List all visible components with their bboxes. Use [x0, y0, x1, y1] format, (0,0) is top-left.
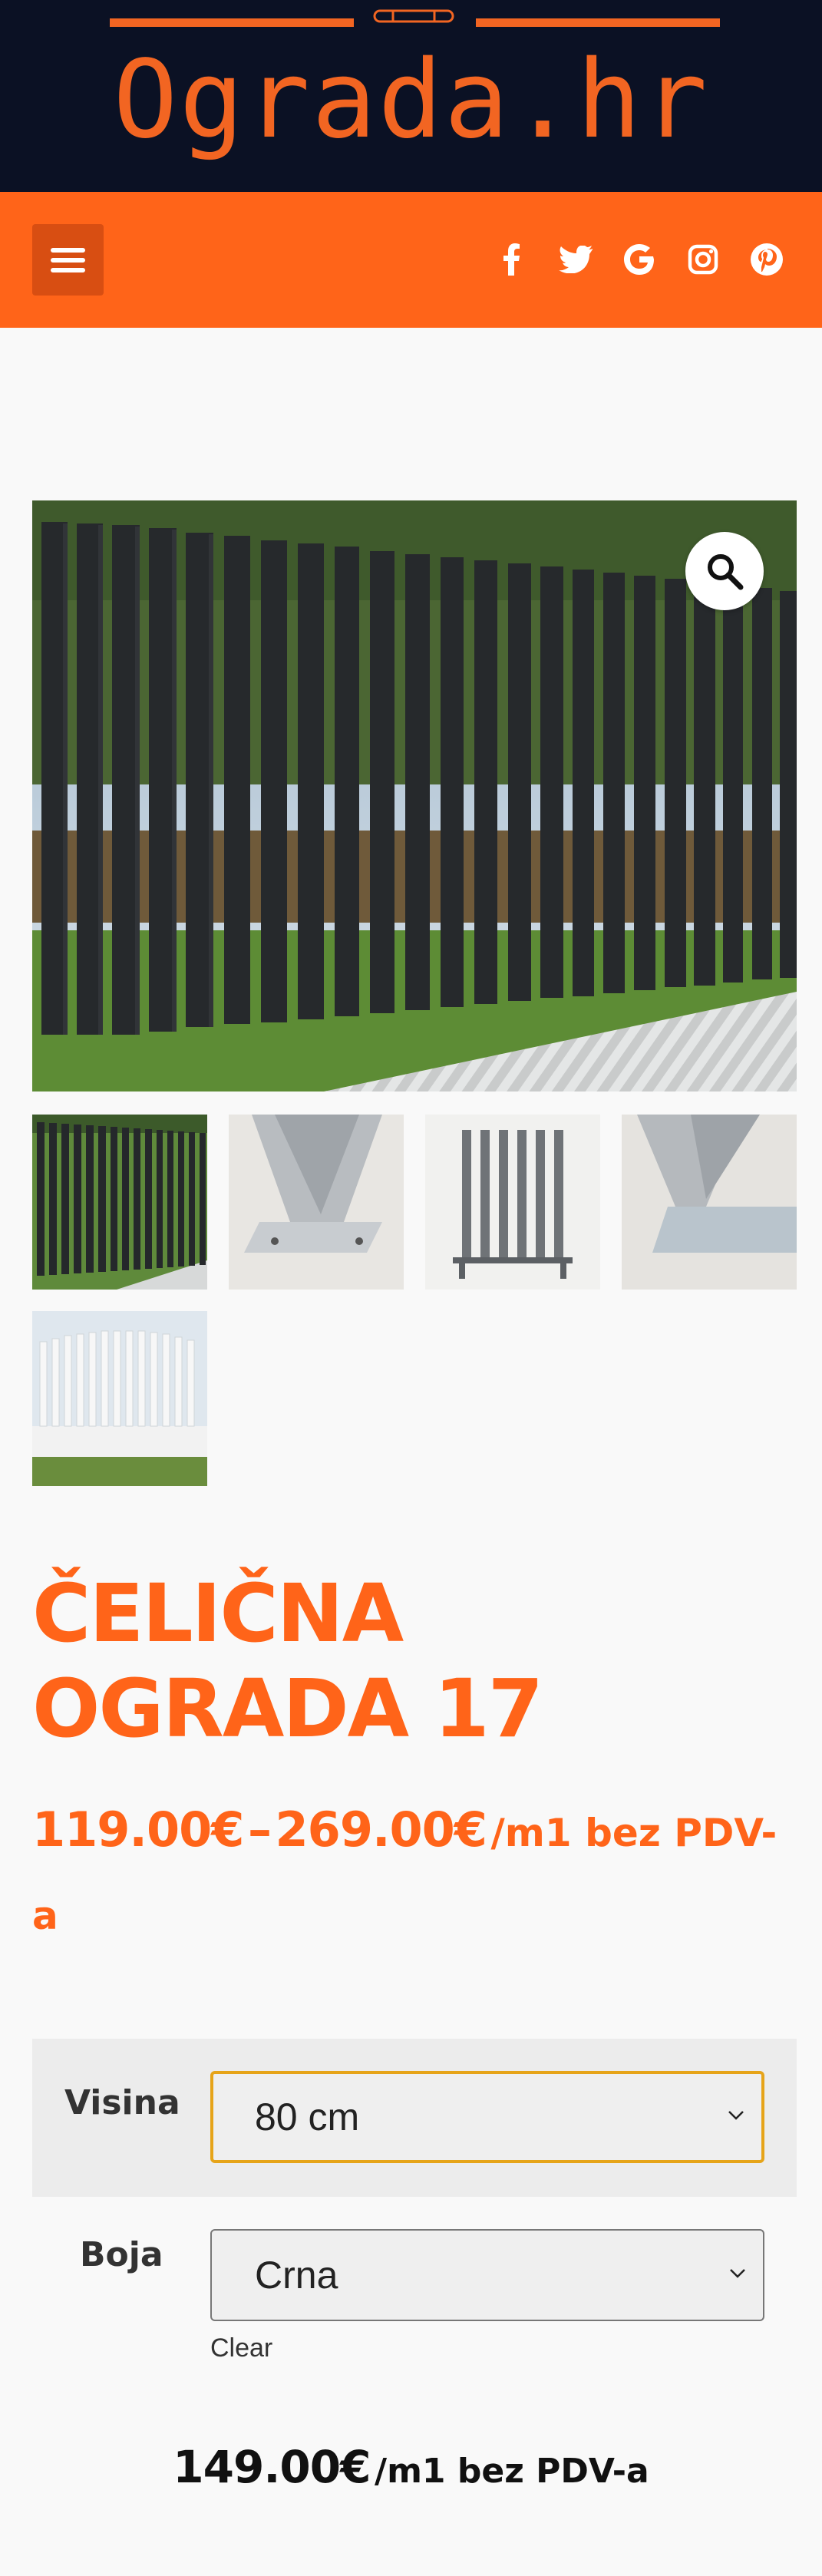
- color-label: Boja: [80, 2235, 163, 2274]
- height-select[interactable]: 80 cm: [210, 2071, 764, 2163]
- thumbnail-2[interactable]: [229, 1115, 404, 1290]
- logo-divider-left: [110, 18, 354, 27]
- height-label: Visina: [64, 2083, 180, 2122]
- variations-form: Visina 80 cm Boja Crna Clear: [32, 2039, 797, 2363]
- thumbnail-fence-black-image: [32, 1115, 207, 1290]
- pinterest-icon[interactable]: [747, 239, 787, 279]
- selected-price-suffix: /m1 bez PDV-a: [375, 2452, 649, 2491]
- fence-photo: [32, 500, 797, 1091]
- thumbnail-fence-white-image: [32, 1311, 207, 1486]
- chevron-down-icon: [730, 2269, 745, 2278]
- thumbnail-3[interactable]: [425, 1115, 600, 1290]
- menu-toggle-button[interactable]: [32, 224, 104, 296]
- thumbnail-4[interactable]: [622, 1115, 797, 1290]
- hamburger-menu-icon: [51, 248, 85, 253]
- color-select-value: Crna: [255, 2254, 338, 2297]
- logo-divider-right: [476, 18, 720, 27]
- site-logo[interactable]: Ograda.hr: [0, 43, 822, 158]
- hamburger-line: [51, 258, 85, 263]
- selected-price-amount: 149.00€: [173, 2441, 371, 2493]
- instagram-icon[interactable]: [683, 239, 723, 279]
- twitter-icon[interactable]: [556, 239, 596, 279]
- price-min: 119.00€: [32, 1802, 244, 1858]
- thumbnail-fence-posts-image: [425, 1115, 600, 1290]
- zoom-button[interactable]: [685, 532, 764, 610]
- selected-variation-price: 149.00€ /m1 bez PDV-a: [0, 2441, 822, 2493]
- chevron-down-icon: [728, 2111, 744, 2120]
- height-select-value: 80 cm: [255, 2095, 360, 2138]
- thumbnail-1[interactable]: [32, 1115, 207, 1290]
- clear-variations-link[interactable]: Clear: [210, 2333, 272, 2363]
- product-page: Ograda.hr ČELIČNA OGRADA 17 119.00€ – 26…: [0, 0, 822, 2576]
- thumbnail-plate-closeup-image: [622, 1115, 797, 1290]
- thumbnail-base-plate-image: [229, 1115, 404, 1290]
- color-select[interactable]: Crna: [210, 2229, 764, 2321]
- product-title: ČELIČNA OGRADA 17: [32, 1567, 543, 1755]
- hamburger-line: [51, 268, 85, 272]
- thumbnail-5[interactable]: [32, 1311, 207, 1486]
- facebook-icon[interactable]: [492, 239, 532, 279]
- variation-row-height: Visina 80 cm: [32, 2039, 797, 2197]
- magnifier-icon: [708, 554, 744, 590]
- price-separator: –: [247, 1802, 272, 1858]
- price-max: 269.00€: [275, 1802, 487, 1858]
- nav-bar: [0, 192, 822, 328]
- google-icon[interactable]: [619, 239, 659, 279]
- product-main-image[interactable]: [32, 500, 797, 1091]
- variation-row-color: Boja Crna Clear: [32, 2197, 797, 2363]
- fence-logo-icon: [373, 9, 454, 23]
- price-range: 119.00€ – 269.00€ /m1 bez PDV-a: [32, 1793, 784, 1962]
- site-header: Ograda.hr: [0, 0, 822, 192]
